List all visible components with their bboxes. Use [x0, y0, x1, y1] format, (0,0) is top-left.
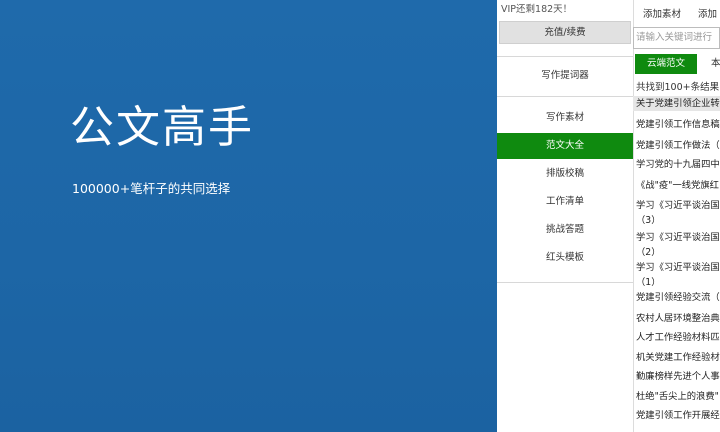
result-item-text: 勤廉榜样先进个人事 — [636, 371, 720, 382]
result-item-text: 党建引领工作做法（ — [636, 140, 720, 151]
sidebar: VIP还剩182天！ 充值/续费 写作提词器 写作素材 范文大全 排版校稿 工作… — [497, 0, 634, 432]
result-item-text: 党建引领工作开展经 — [636, 410, 720, 421]
add-material-button[interactable]: 添加素材 — [643, 6, 681, 20]
result-item-text: （1） — [636, 277, 661, 288]
result-item-text: （2） — [636, 247, 661, 258]
tab-cloud-essays[interactable]: 云端范文 — [635, 54, 697, 74]
tab-local[interactable]: 本 — [711, 54, 720, 74]
result-item[interactable]: 学习《习近平谈治国 （1） — [633, 260, 720, 290]
recharge-button[interactable]: 充值/续费 — [499, 21, 631, 44]
result-item-text: 学习《习近平谈治国 — [636, 200, 720, 211]
result-item[interactable]: 学习《习近平谈治国 （2） — [633, 230, 720, 260]
result-item-text: 人才工作经验材料匹 — [636, 332, 720, 343]
sidebar-item-sample-essays[interactable]: 范文大全 — [497, 133, 633, 159]
sidebar-item-red-header-template[interactable]: 红头模板 — [497, 245, 633, 271]
result-item[interactable]: 学习党的十九届四中 — [633, 157, 720, 172]
result-item-text: （3） — [636, 215, 661, 226]
result-item-text: 关于党建引领企业转 — [636, 98, 720, 109]
result-item-text: 机关党建工作经验材 — [636, 352, 720, 363]
result-item[interactable]: 党建引领工作开展经 — [633, 408, 720, 423]
result-item-text: 学习党的十九届四中 — [636, 159, 720, 170]
result-item-text: 学习《习近平谈治国 — [636, 262, 720, 273]
search-input[interactable]: 请输入关键词进行 — [633, 27, 720, 49]
sidebar-item-writing-prompter[interactable]: 写作提词器 — [497, 63, 633, 89]
result-item[interactable]: 杜绝"舌尖上的浪费" — [633, 389, 720, 404]
divider — [497, 56, 633, 57]
sidebar-item-layout-proofread[interactable]: 排版校稿 — [497, 161, 633, 187]
vip-status: VIP还剩182天！ — [501, 4, 573, 15]
divider — [497, 282, 633, 283]
sidebar-item-challenge-quiz[interactable]: 挑战答题 — [497, 217, 633, 243]
hero-subtitle: 100000+笔杆子的共同选择 — [72, 181, 231, 196]
result-item[interactable]: 党建引领经验交流（ — [633, 290, 720, 305]
result-item[interactable]: 机关党建工作经验材 — [633, 350, 720, 365]
sidebar-item-work-list[interactable]: 工作清单 — [497, 189, 633, 215]
divider — [497, 96, 633, 97]
result-item-text: 农村人居环境整治典 — [636, 313, 720, 324]
hero-panel: 公文高手 100000+笔杆子的共同选择 — [0, 0, 497, 432]
result-item-text: 学习《习近平谈治国 — [636, 232, 720, 243]
result-item[interactable]: 《战"疫"一线党旗红 — [633, 178, 720, 193]
result-item[interactable]: 勤廉榜样先进个人事 — [633, 369, 720, 384]
result-item[interactable]: 人才工作经验材料匹 — [633, 330, 720, 345]
result-item-text: 《战"疫"一线党旗红 — [636, 180, 719, 191]
add-button[interactable]: 添加 — [698, 6, 717, 20]
result-item-text: 党建引领经验交流（ — [636, 292, 720, 303]
result-item[interactable]: 党建引领工作做法（ — [633, 138, 720, 153]
result-item[interactable]: 党建引领工作信息稿 — [633, 117, 720, 132]
result-item[interactable]: 学习《习近平谈治国 （3） — [633, 198, 720, 228]
app-window: VIP还剩182天！ 充值/续费 写作提词器 写作素材 范文大全 排版校稿 工作… — [497, 0, 720, 432]
result-item-text: 党建引领工作信息稿 — [636, 119, 720, 130]
result-item[interactable]: 关于党建引领企业转 — [633, 96, 720, 111]
result-item[interactable]: 农村人居环境整治典 — [633, 311, 720, 326]
hero-title: 公文高手 — [70, 102, 254, 153]
result-item-text: 杜绝"舌尖上的浪费" — [636, 391, 719, 402]
sidebar-item-writing-material[interactable]: 写作素材 — [497, 105, 633, 131]
result-count: 共找到100+条结果 — [636, 82, 720, 93]
